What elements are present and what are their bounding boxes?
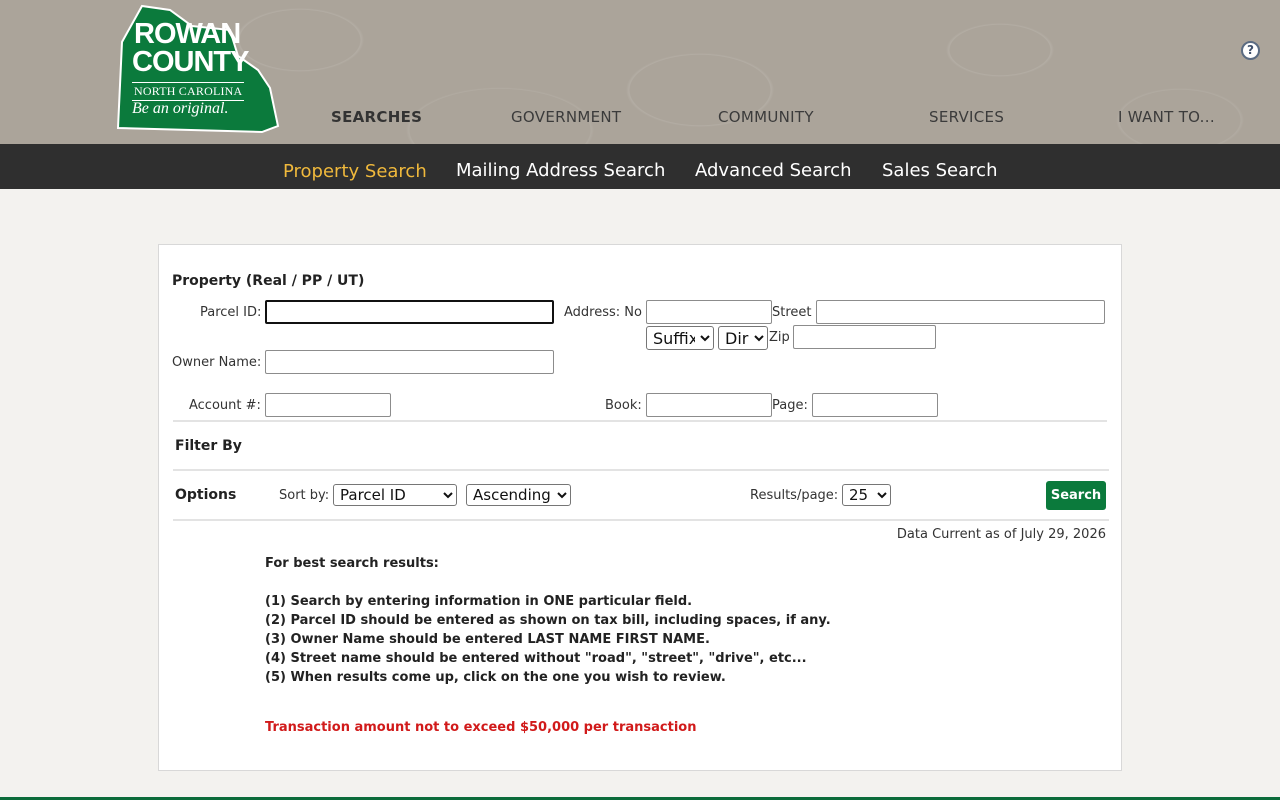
- logo-line-2: COUNTY: [132, 46, 249, 78]
- zip-label: Zip: [769, 330, 790, 345]
- sort-order-select[interactable]: Ascending: [466, 484, 571, 506]
- site-header: ROWAN COUNTY NORTH CAROLINA Be an origin…: [0, 0, 1280, 144]
- results-per-page-label: Results/page:: [750, 488, 839, 503]
- options-heading: Options: [175, 487, 237, 503]
- search-button[interactable]: Search: [1046, 481, 1106, 510]
- sort-by-label: Sort by:: [279, 488, 330, 503]
- owner-name-input[interactable]: [265, 350, 554, 374]
- transaction-limit-warning: Transaction amount not to exceed $50,000…: [265, 720, 697, 735]
- tab-mailing-address-search[interactable]: Mailing Address Search: [456, 160, 665, 181]
- owner-name-label: Owner Name:: [172, 355, 262, 370]
- parcel-id-label: Parcel ID:: [200, 305, 262, 320]
- suffix-select[interactable]: Suffix: [646, 326, 714, 350]
- divider: [173, 519, 1109, 521]
- page-input[interactable]: [812, 393, 938, 417]
- nav-community[interactable]: COMMUNITY: [718, 108, 814, 128]
- tip-item: (5) When results come up, click on the o…: [265, 670, 726, 685]
- results-per-page-select[interactable]: 25: [842, 484, 891, 506]
- account-label: Account #:: [189, 398, 261, 413]
- tips-heading: For best search results:: [265, 556, 439, 571]
- address-no-label: Address: No: [564, 305, 642, 320]
- nav-i-want-to[interactable]: I WANT TO...: [1118, 108, 1215, 128]
- nav-services[interactable]: SERVICES: [929, 108, 1004, 128]
- logo-state: NORTH CAROLINA: [132, 82, 245, 101]
- tip-item: (2) Parcel ID should be entered as shown…: [265, 613, 831, 628]
- divider: [173, 469, 1109, 471]
- book-label: Book:: [605, 398, 642, 413]
- sort-field-select[interactable]: Parcel ID: [333, 484, 457, 506]
- street-input[interactable]: [816, 300, 1105, 324]
- tab-property-search[interactable]: Property Search: [283, 161, 427, 182]
- search-subnav: Property Search Mailing Address Search A…: [0, 144, 1280, 189]
- tip-item: (3) Owner Name should be entered LAST NA…: [265, 632, 710, 647]
- help-icon[interactable]: ?: [1241, 41, 1260, 60]
- logo-tagline: Be an original.: [132, 100, 229, 117]
- property-search-panel: Property (Real / PP / UT) Parcel ID: Add…: [158, 244, 1122, 771]
- parcel-id-input[interactable]: [265, 300, 554, 324]
- divider: [173, 420, 1107, 422]
- zip-input[interactable]: [793, 325, 936, 349]
- data-current-date: Data Current as of July 29, 2026: [896, 527, 1106, 542]
- page-label: Page:: [772, 398, 808, 413]
- book-input[interactable]: [646, 393, 772, 417]
- form-title: Property (Real / PP / UT): [172, 273, 365, 289]
- tip-item: (4) Street name should be entered withou…: [265, 651, 807, 666]
- nav-government[interactable]: GOVERNMENT: [511, 108, 621, 128]
- tab-advanced-search[interactable]: Advanced Search: [695, 160, 851, 181]
- tab-sales-search[interactable]: Sales Search: [882, 160, 997, 181]
- nav-searches[interactable]: SEARCHES: [331, 108, 422, 128]
- account-input[interactable]: [265, 393, 391, 417]
- filter-by-heading: Filter By: [175, 438, 242, 454]
- direction-select[interactable]: Dir: [718, 326, 768, 350]
- rowan-county-logo[interactable]: ROWAN COUNTY NORTH CAROLINA Be an origin…: [112, 4, 280, 134]
- tip-item: (1) Search by entering information in ON…: [265, 594, 693, 609]
- address-number-input[interactable]: [646, 300, 772, 324]
- street-label: Street: [772, 305, 812, 320]
- logo-line-1: ROWAN: [134, 18, 241, 50]
